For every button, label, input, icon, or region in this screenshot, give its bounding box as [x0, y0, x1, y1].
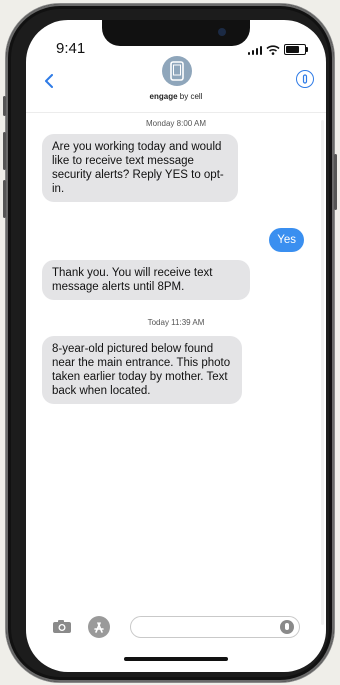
info-button[interactable] — [296, 70, 314, 88]
front-camera — [218, 28, 226, 36]
header-divider — [26, 112, 326, 113]
phone-logo-icon — [170, 61, 184, 81]
scrollbar[interactable] — [321, 120, 324, 625]
mute-switch — [3, 96, 6, 116]
timestamp: Today 11:39 AM — [147, 318, 205, 327]
volume-down-button — [3, 180, 6, 218]
info-icon — [302, 74, 308, 84]
status-time: 9:41 — [56, 40, 86, 57]
back-button[interactable] — [44, 71, 54, 94]
power-button — [334, 154, 337, 210]
chevron-left-icon — [45, 74, 53, 88]
camera-icon[interactable] — [52, 619, 72, 634]
phone-frame: 9:41 engage by cell Monday 8:00 AM Are y… — [3, 4, 337, 682]
signal-icon — [247, 46, 262, 55]
outgoing-message: Yes — [269, 228, 304, 252]
message-input[interactable] — [130, 616, 300, 638]
incoming-message: Thank you. You will receive text message… — [42, 260, 250, 300]
compose-bar — [26, 616, 326, 646]
home-indicator[interactable] — [124, 657, 228, 661]
incoming-message: 8-year-old pictured below found near the… — [42, 336, 242, 404]
app-store-button[interactable] — [88, 616, 110, 638]
battery-icon — [284, 44, 308, 55]
incoming-message: Are you working today and would like to … — [42, 134, 238, 202]
microphone-icon[interactable] — [280, 620, 294, 634]
contact-name[interactable]: engage by cell — [26, 92, 326, 101]
phone-screen: 9:41 engage by cell Monday 8:00 AM Are y… — [26, 20, 326, 672]
app-store-icon — [94, 622, 104, 633]
volume-up-button — [3, 132, 6, 170]
status-icons — [247, 44, 308, 55]
contact-avatar[interactable] — [162, 56, 192, 86]
timestamp: Monday 8:00 AM — [145, 119, 207, 128]
wifi-icon — [266, 45, 280, 55]
notch — [102, 20, 250, 46]
